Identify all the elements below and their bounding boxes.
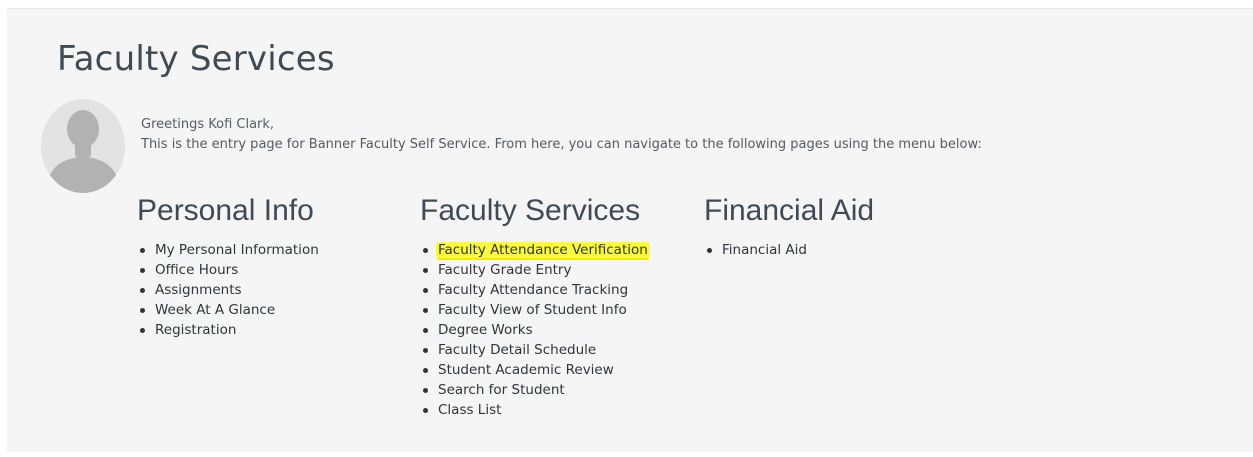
link-financial-aid[interactable]: Financial Aid xyxy=(722,242,807,258)
avatar xyxy=(41,98,125,194)
section-heading-financial-aid: Financial Aid xyxy=(704,194,875,227)
list-item: Faculty View of Student Info xyxy=(420,300,650,320)
link-degree-works[interactable]: Degree Works xyxy=(438,322,533,338)
personal-info-menu: My Personal Information Office Hours Ass… xyxy=(137,240,319,340)
link-faculty-attendance-tracking[interactable]: Faculty Attendance Tracking xyxy=(438,282,628,298)
list-item: Class List xyxy=(420,400,650,420)
list-item: Assignments xyxy=(137,280,319,300)
intro-line: This is the entry page for Banner Facult… xyxy=(141,137,982,152)
faculty-services-menu: Faculty Attendance Verification Faculty … xyxy=(420,240,650,420)
list-item: My Personal Information xyxy=(137,240,319,260)
link-search-for-student[interactable]: Search for Student xyxy=(438,382,565,398)
list-item: Faculty Grade Entry xyxy=(420,260,650,280)
link-faculty-attendance-verification[interactable]: Faculty Attendance Verification xyxy=(436,242,650,258)
list-item: Registration xyxy=(137,320,319,340)
link-office-hours[interactable]: Office Hours xyxy=(155,262,238,278)
link-student-academic-review[interactable]: Student Academic Review xyxy=(438,362,614,378)
list-item: Student Academic Review xyxy=(420,360,650,380)
financial-aid-menu: Financial Aid xyxy=(704,240,874,260)
link-class-list[interactable]: Class List xyxy=(438,402,501,418)
list-item: Week At A Glance xyxy=(137,300,319,320)
link-registration[interactable]: Registration xyxy=(155,322,236,338)
list-item: Financial Aid xyxy=(704,240,874,260)
section-heading-faculty-services: Faculty Services xyxy=(420,194,641,227)
link-faculty-grade-entry[interactable]: Faculty Grade Entry xyxy=(438,262,571,278)
financial-aid-section: Financial Aid Financial Aid xyxy=(704,193,874,260)
link-faculty-detail-schedule[interactable]: Faculty Detail Schedule xyxy=(438,342,596,358)
list-item: Faculty Detail Schedule xyxy=(420,340,650,360)
link-week-at-a-glance[interactable]: Week At A Glance xyxy=(155,302,275,318)
list-item: Degree Works xyxy=(420,320,650,340)
list-item: Faculty Attendance Tracking xyxy=(420,280,650,300)
list-item: Search for Student xyxy=(420,380,650,400)
section-heading-personal-info: Personal Info xyxy=(137,194,314,227)
list-item: Faculty Attendance Verification xyxy=(420,240,650,260)
user-silhouette-icon xyxy=(41,99,125,193)
link-my-personal-information[interactable]: My Personal Information xyxy=(155,242,319,258)
link-assignments[interactable]: Assignments xyxy=(155,282,242,298)
link-faculty-view-of-student-info[interactable]: Faculty View of Student Info xyxy=(438,302,627,318)
main-panel: Faculty Services Greetings Kofi Clark, T… xyxy=(7,8,1253,452)
greeting-line: Greetings Kofi Clark, xyxy=(141,117,275,132)
personal-info-section: Personal Info My Personal Information Of… xyxy=(137,193,319,340)
greeting-text: Greetings Kofi Clark, This is the entry … xyxy=(141,115,982,155)
page-title: Faculty Services xyxy=(57,39,335,79)
faculty-services-section: Faculty Services Faculty Attendance Veri… xyxy=(420,193,650,420)
list-item: Office Hours xyxy=(137,260,319,280)
